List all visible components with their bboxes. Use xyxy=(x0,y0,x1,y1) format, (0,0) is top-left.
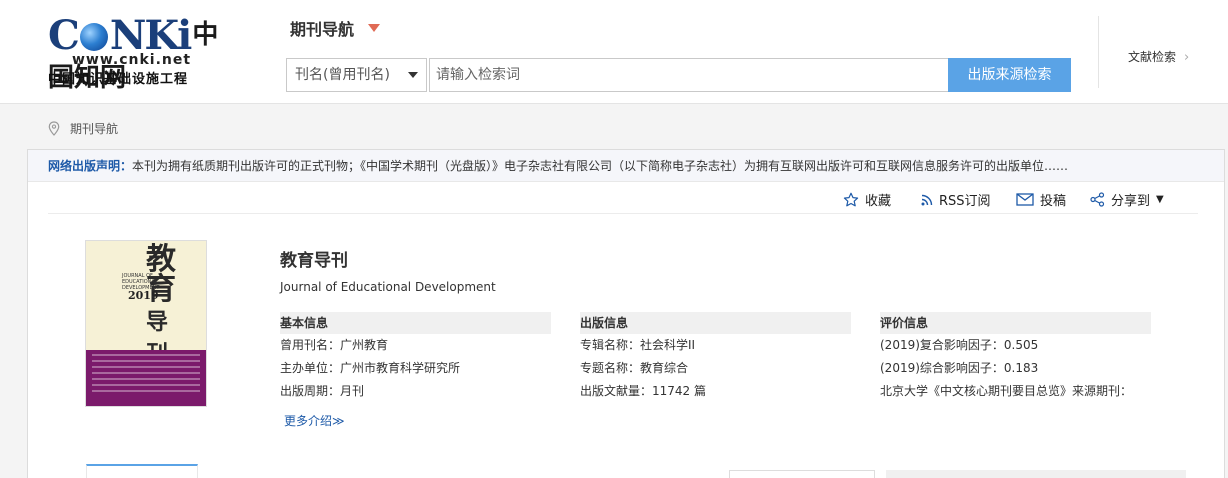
info-label: 北京大学《中文核心期刊要目总览》来源期刊： xyxy=(880,384,1133,398)
publication-info-header: 出版信息 xyxy=(580,312,851,334)
cover-band xyxy=(86,350,206,406)
info-value: 月刊 xyxy=(340,384,365,398)
notice-text: 本刊为拥有纸质期刊出版许可的正式刊物；《中国学术期刊（光盘版）》电子杂志社有限公… xyxy=(132,159,1069,173)
submit-label: 投稿 xyxy=(1040,194,1067,209)
journal-cover-image[interactable]: 教育导刊 JOURNAL OF EDUCATIONAL DEVELOPMENT … xyxy=(85,240,207,407)
journal-toolbar: 收藏 RSS订阅 投稿 分享到 ▼ xyxy=(28,182,1224,214)
info-label: (2019)复合影响因子： xyxy=(880,338,1004,352)
more-intro-link[interactable]: 更多介绍≫ xyxy=(284,412,345,429)
info-row: 主办单位：广州市教育科学研究所 xyxy=(280,357,551,380)
info-value: 0.183 xyxy=(1003,361,1039,375)
info-label: 专题名称： xyxy=(580,361,641,375)
info-row: (2019)综合影响因子：0.183 xyxy=(880,357,1151,380)
journal-panel: 网络出版声明：本刊为拥有纸质期刊出版许可的正式刊物；《中国学术期刊（光盘版）》电… xyxy=(27,149,1225,478)
header-divider xyxy=(1098,16,1099,88)
submit-button[interactable]: 投稿 xyxy=(1016,190,1066,209)
star-icon xyxy=(843,192,859,206)
toolbar-divider xyxy=(48,213,1198,214)
info-label: (2019)综合影响因子： xyxy=(880,361,1004,375)
evaluation-info-section: 评价信息 (2019)复合影响因子：0.505 (2019)综合影响因子：0.1… xyxy=(880,312,1151,403)
info-value: 0.505 xyxy=(1003,338,1039,352)
breadcrumb-item[interactable]: 期刊导航 xyxy=(70,122,118,136)
caret-down-icon xyxy=(408,72,418,78)
info-label: 出版文献量： xyxy=(580,384,653,398)
section-tab-active[interactable] xyxy=(86,464,198,478)
top-header: C NKi中国知网 www.cnki.net 中国知识基础设施工程 期刊导航 刊名… xyxy=(0,0,1228,104)
info-value: 教育综合 xyxy=(640,361,689,375)
share-button[interactable]: 分享到 ▼ xyxy=(1090,190,1164,209)
favorite-label: 收藏 xyxy=(865,194,892,209)
info-row: (2019)复合影响因子：0.505 xyxy=(880,334,1151,357)
notice-label: 网络出版声明： xyxy=(48,159,133,173)
journal-nav-title[interactable]: 期刊导航 xyxy=(290,16,354,40)
evaluation-info-header: 评价信息 xyxy=(880,312,1151,334)
globe-icon xyxy=(79,23,108,51)
location-pin-icon xyxy=(48,120,60,139)
share-icon xyxy=(1090,192,1105,207)
journal-title: 教育导刊 xyxy=(280,251,348,271)
logo-url: www.cnki.net xyxy=(72,52,192,68)
search-field-select-value: 刊名(曾用刊名) xyxy=(295,67,390,83)
journal-title-en: Journal of Educational Development xyxy=(280,280,496,294)
info-label: 出版周期： xyxy=(280,384,341,398)
rss-label: RSS订阅 xyxy=(939,194,991,209)
publication-info-section: 出版信息 专辑名称：社会科学II 专题名称：教育综合 出版文献量：11742 篇 xyxy=(580,312,851,403)
rss-icon xyxy=(921,194,933,205)
lower-select-box[interactable] xyxy=(729,470,875,478)
dropdown-triangle-icon[interactable] xyxy=(368,24,380,32)
search-input[interactable] xyxy=(429,58,949,92)
basic-info-header: 基本信息 xyxy=(280,312,551,334)
info-value: 广州教育 xyxy=(340,338,389,352)
envelope-icon xyxy=(1016,193,1034,206)
publication-notice: 网络出版声明：本刊为拥有纸质期刊出版许可的正式刊物；《中国学术期刊（光盘版）》电… xyxy=(28,150,1224,182)
cover-year: 2019 xyxy=(128,289,159,302)
favorite-button[interactable]: 收藏 xyxy=(843,190,891,209)
caret-down-icon: ▼ xyxy=(1156,194,1164,205)
basic-info-section: 基本信息 曾用刊名：广州教育 主办单位：广州市教育科学研究所 出版周期：月刊 xyxy=(280,312,551,403)
info-value: 社会科学II xyxy=(640,338,696,352)
search-field-select[interactable]: 刊名(曾用刊名) xyxy=(286,58,427,92)
info-row: 出版周期：月刊 xyxy=(280,380,551,403)
info-row: 曾用刊名：广州教育 xyxy=(280,334,551,357)
info-label: 曾用刊名： xyxy=(280,338,341,352)
info-label: 主办单位： xyxy=(280,361,341,375)
share-label: 分享到 xyxy=(1111,194,1151,209)
info-row: 专题名称：教育综合 xyxy=(580,357,851,380)
info-value: 广州市教育科学研究所 xyxy=(340,361,461,375)
info-row: 专辑名称：社会科学II xyxy=(580,334,851,357)
rss-button[interactable]: RSS订阅 xyxy=(921,190,991,209)
doc-search-link[interactable]: 文献检索 › xyxy=(1128,48,1189,65)
info-row: 出版文献量：11742 篇 xyxy=(580,380,851,403)
source-search-button[interactable]: 出版来源检索 xyxy=(948,58,1071,92)
lower-toolbar-strip xyxy=(886,470,1186,478)
cnki-logo[interactable]: C NKi中国知网 www.cnki.net 中国知识基础设施工程 xyxy=(48,14,234,94)
info-label: 专辑名称： xyxy=(580,338,641,352)
info-value: 11742 篇 xyxy=(652,384,707,398)
chevron-right-icon: › xyxy=(1184,50,1190,65)
logo-slogan: 中国知识基础设施工程 xyxy=(48,72,189,87)
doc-search-label: 文献检索 xyxy=(1128,50,1177,64)
info-row: 北京大学《中文核心期刊要目总览》来源期刊： xyxy=(880,380,1151,403)
breadcrumb: 期刊导航 xyxy=(48,120,118,139)
